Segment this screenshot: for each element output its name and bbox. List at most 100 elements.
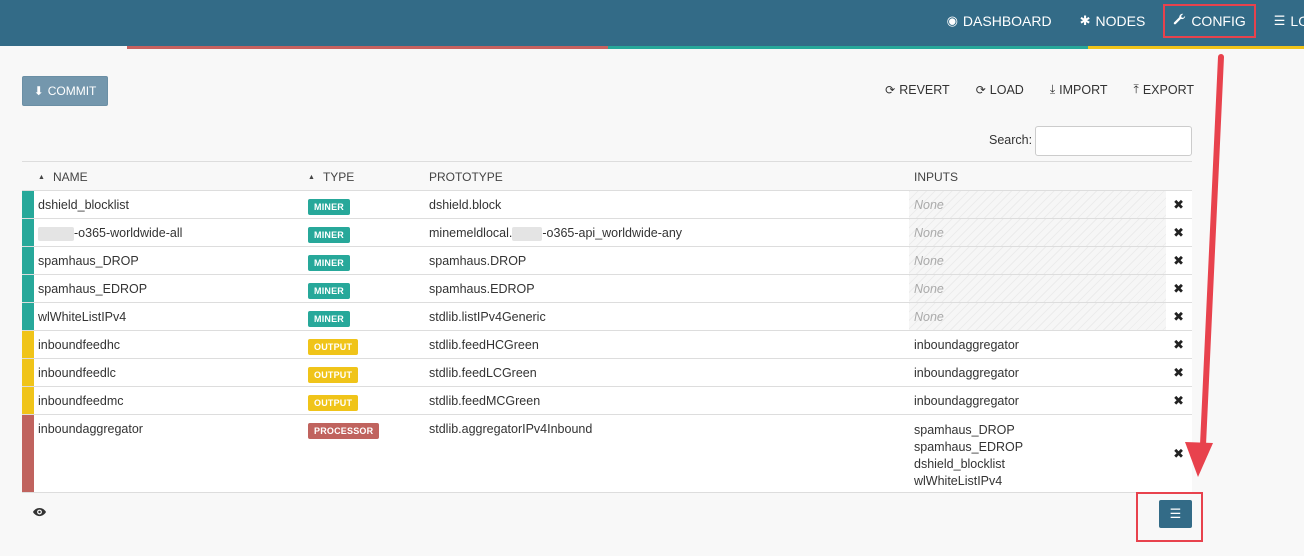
type-badge-cell: OUTPUT — [308, 367, 359, 383]
refresh-icon: ⟳ — [885, 82, 896, 97]
menu-button[interactable]: ☰ — [1159, 500, 1192, 528]
type-badge: OUTPUT — [308, 367, 359, 383]
revert-label: REVERT — [899, 82, 950, 97]
node-name: spamhaus_DROP — [38, 254, 139, 268]
table-row[interactable]: spamhaus_EDROP MINER spamhaus.EDROP None… — [22, 275, 1192, 303]
node-prototype: spamhaus.DROP — [429, 254, 527, 268]
table-row[interactable]: inboundaggregator PROCESSOR stdlib.aggre… — [22, 415, 1192, 493]
import-button[interactable]: ⤓ IMPORT — [1050, 82, 1108, 97]
node-input: inboundaggregator — [914, 366, 1019, 380]
delete-icon[interactable]: ✖ — [1173, 446, 1184, 462]
nav-items: ◉ DASHBOARD ✱ NODES CONFIG ☰ LOG — [933, 0, 1304, 42]
node-inputs-list: spamhaus_DROP spamhaus_EDROP dshield_blo… — [914, 422, 1023, 490]
revert-button[interactable]: ⟳ REVERT — [885, 82, 950, 97]
prototype-prefix: minemeldlocal. — [429, 226, 513, 240]
type-badge: OUTPUT — [308, 339, 359, 355]
export-icon: ⤒ — [1133, 82, 1139, 96]
delete-icon[interactable]: ✖ — [1173, 365, 1184, 381]
type-color-bar — [22, 219, 34, 246]
type-badge-cell: OUTPUT — [308, 339, 359, 355]
delete-icon[interactable]: ✖ — [1173, 253, 1184, 269]
table-row[interactable]: wlWhiteListIPv4 MINER stdlib.listIPv4Gen… — [22, 303, 1192, 331]
inputs-none-label: None — [914, 310, 944, 324]
table-row[interactable]: inboundfeedmc OUTPUT stdlib.feedMCGreen … — [22, 387, 1192, 415]
node-prototype: stdlib.aggregatorIPv4Inbound — [429, 422, 593, 436]
nav-stripe-yellow — [1088, 46, 1304, 49]
nav-stripe-teal — [608, 46, 1088, 49]
search-label: Search: — [989, 133, 1033, 147]
table-row[interactable]: -o365-worldwide-all MINER minemeldlocal.… — [22, 219, 1192, 247]
inputs-none-label: None — [914, 282, 944, 296]
commit-button[interactable]: ⬇ COMMIT — [22, 76, 108, 106]
node-input: spamhaus_EDROP — [914, 440, 1024, 454]
table-row[interactable]: spamhaus_DROP MINER spamhaus.DROP None ✖ — [22, 247, 1192, 275]
header-name[interactable]: ▲ NAME — [38, 170, 88, 184]
type-badge-cell: OUTPUT — [308, 395, 359, 411]
type-badge-cell: MINER — [308, 283, 350, 299]
export-button[interactable]: ⤒ EXPORT — [1134, 82, 1194, 97]
nodes-table: ▲ NAME ▲ TYPE PROTOTYPE INPUTS dshield_blo… — [22, 161, 1192, 493]
nav-config-label: CONFIG — [1191, 13, 1246, 29]
asterisk-icon: ✱ — [1079, 13, 1091, 28]
type-color-bar — [22, 331, 34, 358]
load-label: LOAD — [989, 82, 1024, 97]
commit-label: COMMIT — [47, 84, 97, 98]
eye-icon[interactable] — [33, 506, 46, 520]
download-icon: ⬇ — [33, 84, 44, 98]
type-color-bar — [22, 303, 34, 330]
inputs-none: None — [909, 275, 1166, 302]
inputs-none-label: None — [914, 198, 944, 212]
delete-icon[interactable]: ✖ — [1173, 393, 1184, 409]
node-name-cell: -o365-worldwide-all — [38, 226, 182, 241]
node-prototype: stdlib.feedHCGreen — [429, 338, 539, 352]
type-badge-cell: MINER — [308, 227, 350, 243]
search-input[interactable] — [1035, 126, 1192, 156]
load-button[interactable]: ⟳ LOAD — [976, 82, 1024, 97]
node-name: inboundfeedmc — [38, 394, 124, 408]
delete-icon[interactable]: ✖ — [1173, 281, 1184, 297]
delete-icon[interactable]: ✖ — [1173, 309, 1184, 325]
delete-icon[interactable]: ✖ — [1173, 337, 1184, 353]
table-header: ▲ NAME ▲ TYPE PROTOTYPE INPUTS — [22, 162, 1192, 191]
type-badge: MINER — [308, 199, 350, 215]
top-navbar: ◉ DASHBOARD ✱ NODES CONFIG ☰ LOG — [0, 0, 1304, 46]
sort-asc-icon: ▲ — [308, 174, 315, 181]
delete-icon[interactable]: ✖ — [1173, 225, 1184, 241]
type-badge-cell: PROCESSOR — [308, 423, 380, 439]
table-row[interactable]: dshield_blocklist MINER dshield.block No… — [22, 191, 1192, 219]
header-type[interactable]: ▲ TYPE — [308, 170, 354, 184]
inputs-none: None — [909, 191, 1166, 218]
menu-icon: ☰ — [1169, 506, 1182, 521]
delete-icon[interactable]: ✖ — [1173, 197, 1184, 213]
type-color-bar — [22, 359, 34, 386]
import-icon: ⤓ — [1049, 82, 1056, 96]
node-name: inboundfeedlc — [38, 366, 116, 380]
nav-stripe-red — [127, 46, 608, 49]
table-row[interactable]: inboundfeedhc OUTPUT stdlib.feedHCGreen … — [22, 331, 1192, 359]
type-badge: MINER — [308, 283, 350, 299]
type-badge: MINER — [308, 255, 350, 271]
list-icon: ☰ — [1273, 13, 1286, 28]
node-name: spamhaus_EDROP — [38, 282, 148, 296]
nav-nodes-label: NODES — [1095, 13, 1146, 29]
nav-logs[interactable]: ☰ LOG — [1260, 0, 1304, 42]
node-input: inboundaggregator — [914, 394, 1019, 408]
type-badge: MINER — [308, 311, 350, 327]
type-color-bar — [22, 275, 34, 302]
nav-config[interactable]: CONFIG — [1159, 0, 1259, 42]
type-color-bar — [22, 387, 34, 414]
header-name-label: NAME — [52, 170, 88, 184]
nav-nodes[interactable]: ✱ NODES — [1066, 0, 1160, 42]
inputs-none: None — [909, 303, 1166, 330]
node-prototype: dshield.block — [429, 198, 502, 212]
inputs-none-label: None — [914, 226, 944, 240]
nav-dashboard[interactable]: ◉ DASHBOARD — [933, 0, 1066, 42]
type-badge-cell: MINER — [308, 311, 350, 327]
node-prototype-cell: minemeldlocal. -o365-api_worldwide-any — [429, 226, 682, 241]
type-color-bar — [22, 247, 34, 274]
type-color-bar — [22, 191, 34, 218]
node-name: inboundaggregator — [38, 422, 143, 436]
table-row[interactable]: inboundfeedlc OUTPUT stdlib.feedLCGreen … — [22, 359, 1192, 387]
nav-logs-label: LOG — [1290, 13, 1304, 29]
nav-dashboard-label: DASHBOARD — [962, 13, 1052, 29]
